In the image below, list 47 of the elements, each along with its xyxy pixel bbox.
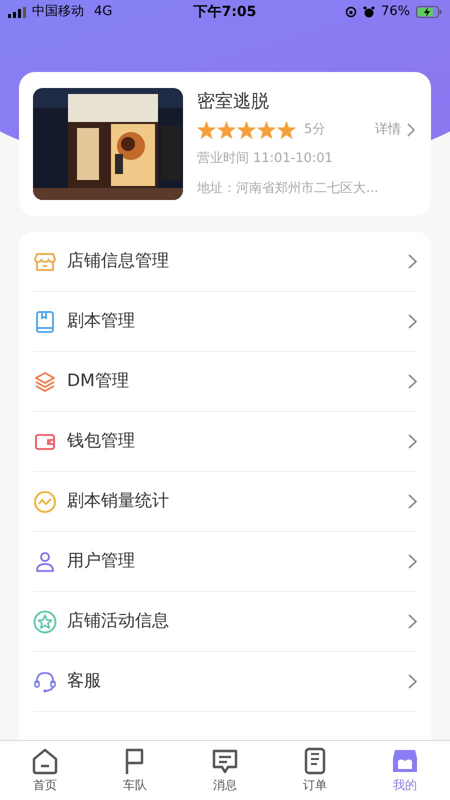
business-hours: 营业时间 11:01-10:01 <box>197 150 334 168</box>
chevron-right-icon <box>408 314 417 329</box>
menu-item[interactable]: 店铺活动信息 <box>33 592 417 652</box>
message-icon <box>211 747 239 775</box>
star-icon <box>277 120 296 138</box>
layers-icon <box>33 370 57 394</box>
clock-time: 下午7:05 <box>194 2 256 22</box>
chevron-right-icon <box>408 614 417 629</box>
menu-item[interactable]: 剧本管理 <box>33 292 417 352</box>
menu-item[interactable]: 客服 <box>33 652 417 712</box>
signal-icon <box>8 6 26 18</box>
network-type: 4G <box>94 3 112 22</box>
tab-bar-item[interactable]: 订单 <box>270 741 360 800</box>
store-icon <box>391 747 419 775</box>
battery-percent: 76% <box>381 3 410 22</box>
tab-bar-item[interactable]: 首页 <box>0 741 90 800</box>
menu-item[interactable]: 店铺信息管理 <box>33 232 417 292</box>
menu-item[interactable]: DM管理 <box>33 352 417 412</box>
star-icon <box>237 120 256 138</box>
carrier-name: 中国移动 <box>32 3 84 22</box>
alarm-icon <box>363 6 376 18</box>
rotation-lock-icon <box>345 6 358 18</box>
star-icon <box>257 120 276 138</box>
menu-item[interactable]: 剧本销量统计 <box>33 472 417 532</box>
headset-icon <box>33 670 57 694</box>
chart-circle-icon <box>33 490 57 514</box>
tab-bar-item[interactable]: 消息 <box>180 741 270 800</box>
menu-item[interactable]: 用户管理 <box>33 532 417 592</box>
book-icon <box>33 310 57 334</box>
star-icon <box>217 120 236 138</box>
chevron-right-icon <box>408 434 417 449</box>
star-icon <box>197 120 216 138</box>
home-icon <box>31 747 59 775</box>
star-circle-icon <box>33 610 57 634</box>
menu-item[interactable]: 钱包管理 <box>33 412 417 472</box>
chevron-right-icon <box>407 122 415 136</box>
shop-name: 密室逃脱 <box>197 90 270 114</box>
chevron-right-icon <box>408 494 417 509</box>
shop-address: 地址：河南省郑州市二七区大... <box>197 180 380 198</box>
rating-score: 5分 <box>304 120 326 139</box>
chevron-right-icon <box>408 254 417 269</box>
tab-bar-item[interactable]: 车队 <box>90 741 180 800</box>
user-icon <box>33 550 57 574</box>
chevron-right-icon <box>408 674 417 689</box>
chevron-right-icon <box>408 374 417 389</box>
battery-charging-icon <box>416 6 442 18</box>
chevron-right-icon <box>408 554 417 569</box>
